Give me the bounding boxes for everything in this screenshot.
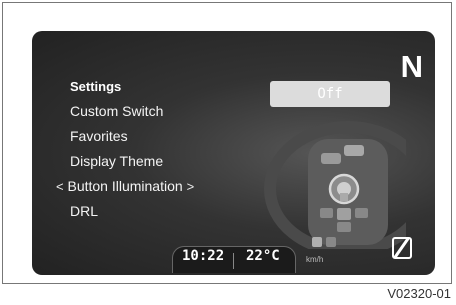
speed-unit: km/h: [306, 255, 324, 264]
left-arrow-icon[interactable]: <: [56, 174, 64, 199]
value-selector[interactable]: Off: [270, 81, 390, 107]
menu-item-display-theme[interactable]: Display Theme: [70, 149, 194, 174]
wheel-button-top-left: [321, 153, 341, 164]
instrument-cluster-screen: N Settings Custom Switch Favorites Displ…: [32, 31, 435, 275]
figure-code: V02320-01: [387, 286, 451, 301]
clock: 10:22: [182, 248, 225, 264]
wheel-button-down: [337, 222, 351, 232]
outside-temperature: 22°C: [246, 248, 280, 264]
steering-wheel-controls-illustration: [264, 121, 406, 249]
right-arrow-icon[interactable]: >: [187, 174, 195, 199]
speed-limit-off-icon: [392, 237, 412, 259]
wheel-button-top-right: [344, 145, 364, 156]
status-separator: [233, 253, 234, 269]
menu-item-drl[interactable]: DRL: [70, 199, 194, 224]
settings-menu: Settings Custom Switch Favorites Display…: [56, 79, 194, 224]
wheel-button-right: [355, 208, 368, 218]
wheel-button-left: [320, 208, 333, 218]
wheel-button-plus: [312, 237, 322, 247]
menu-item-button-illumination[interactable]: < Button Illumination >: [56, 174, 194, 199]
figure-frame: N Settings Custom Switch Favorites Displ…: [2, 2, 452, 284]
settings-title: Settings: [70, 79, 122, 94]
wheel-button-mid: [340, 193, 348, 201]
wheel-button-minus: [326, 237, 336, 247]
gear-indicator: N: [400, 49, 423, 84]
menu-item-custom-switch[interactable]: Custom Switch: [70, 99, 194, 124]
menu-item-label: Button Illumination: [67, 178, 183, 194]
wheel-button-ok: [337, 208, 351, 220]
menu-item-favorites[interactable]: Favorites: [70, 124, 194, 149]
